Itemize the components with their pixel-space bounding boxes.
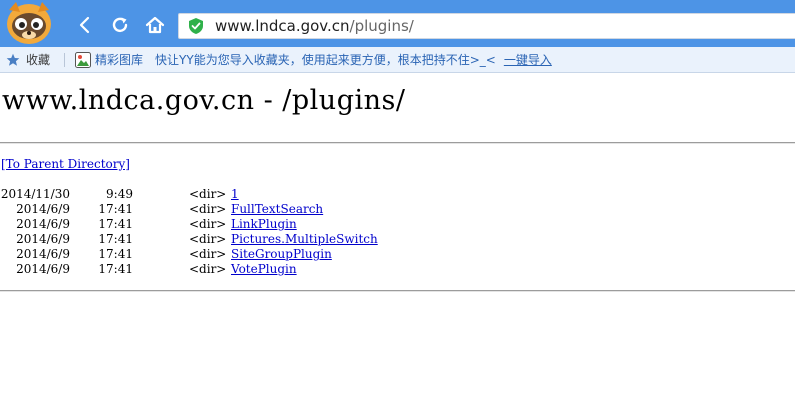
listing-row: 2014/6/9 17:41 <dir> FullTextSearch <box>0 202 795 217</box>
url-text[interactable]: www.lndca.gov.cn/plugins/ <box>215 17 414 35</box>
entry-date: 2014/6/9 <box>16 202 70 216</box>
entry-time: 17:41 <box>98 217 133 231</box>
bookmarks-bar: 收藏 精彩图库 快让YY能为您导入收藏夹，使用起来更方便，根本把持不住>_< 一… <box>0 47 795 73</box>
address-bar[interactable]: www.lndca.gov.cn/plugins/ <box>178 13 795 39</box>
entry-link[interactable]: Pictures.MultipleSwitch <box>231 232 378 247</box>
entry-date: 2014/11/30 <box>0 187 70 201</box>
entry-link[interactable]: LinkPlugin <box>231 217 297 232</box>
favorites-label: 收藏 <box>26 53 51 67</box>
entry-date: 2014/6/9 <box>16 262 70 276</box>
back-button[interactable] <box>74 14 96 36</box>
page-content: www.lndca.gov.cn - /plugins/ [To Parent … <box>0 74 795 412</box>
refresh-icon <box>112 17 128 33</box>
browser-mascot-icon[interactable] <box>0 0 62 47</box>
url-path: /plugins/ <box>349 17 414 35</box>
entry-time: 17:41 <box>98 247 133 261</box>
home-icon <box>145 16 165 34</box>
entry-time: 17:41 <box>98 202 133 216</box>
top-divider <box>0 142 795 144</box>
entry-time: 9:49 <box>106 187 133 201</box>
picture-icon <box>75 51 92 68</box>
picture-library-bookmark[interactable]: 精彩图库 <box>65 51 143 68</box>
entry-time: 17:41 <box>98 232 133 246</box>
entry-link[interactable]: SiteGroupPlugin <box>231 247 332 262</box>
listing-row: 2014/6/9 17:41 <dir> LinkPlugin <box>0 217 795 232</box>
browser-toolbar: www.lndca.gov.cn/plugins/ <box>0 0 795 47</box>
star-icon <box>6 53 20 66</box>
back-arrow-icon <box>79 16 90 34</box>
page-title: www.lndca.gov.cn - /plugins/ <box>2 85 406 116</box>
listing-row: 2014/11/30 9:49 <dir> 1 <box>0 187 795 202</box>
favorites-button[interactable]: 收藏 <box>0 51 50 68</box>
shield-check-icon <box>189 18 203 34</box>
url-host: www.lndca.gov.cn <box>215 17 350 35</box>
picture-library-label: 精彩图库 <box>95 53 144 67</box>
directory-listing: 2014/11/30 9:49 <dir> 1 2014/6/9 17:41 <… <box>0 187 795 277</box>
import-hint-text: 快让YY能为您导入收藏夹，使用起来更方便，根本把持不住>_< <box>155 53 496 67</box>
home-button[interactable] <box>144 14 166 36</box>
parent-directory-link[interactable]: [To Parent Directory] <box>1 157 130 171</box>
listing-row: 2014/6/9 17:41 <dir> Pictures.MultipleSw… <box>0 232 795 247</box>
bottom-divider <box>0 290 795 292</box>
entry-type: <dir> <box>189 232 227 246</box>
entry-type: <dir> <box>189 202 227 216</box>
entry-link[interactable]: VotePlugin <box>231 262 297 277</box>
entry-date: 2014/6/9 <box>16 232 70 246</box>
entry-type: <dir> <box>189 187 227 201</box>
entry-type: <dir> <box>189 217 227 231</box>
listing-row: 2014/6/9 17:41 <dir> SiteGroupPlugin <box>0 247 795 262</box>
one-click-import-link[interactable]: 一键导入 <box>504 51 552 68</box>
entry-type: <dir> <box>189 247 227 261</box>
listing-row: 2014/6/9 17:41 <dir> VotePlugin <box>0 262 795 277</box>
refresh-button[interactable] <box>109 14 131 36</box>
entry-time: 17:41 <box>98 262 133 276</box>
entry-link[interactable]: 1 <box>231 187 239 202</box>
entry-date: 2014/6/9 <box>16 217 70 231</box>
entry-type: <dir> <box>189 262 227 276</box>
entry-date: 2014/6/9 <box>16 247 70 261</box>
entry-link[interactable]: FullTextSearch <box>231 202 323 217</box>
